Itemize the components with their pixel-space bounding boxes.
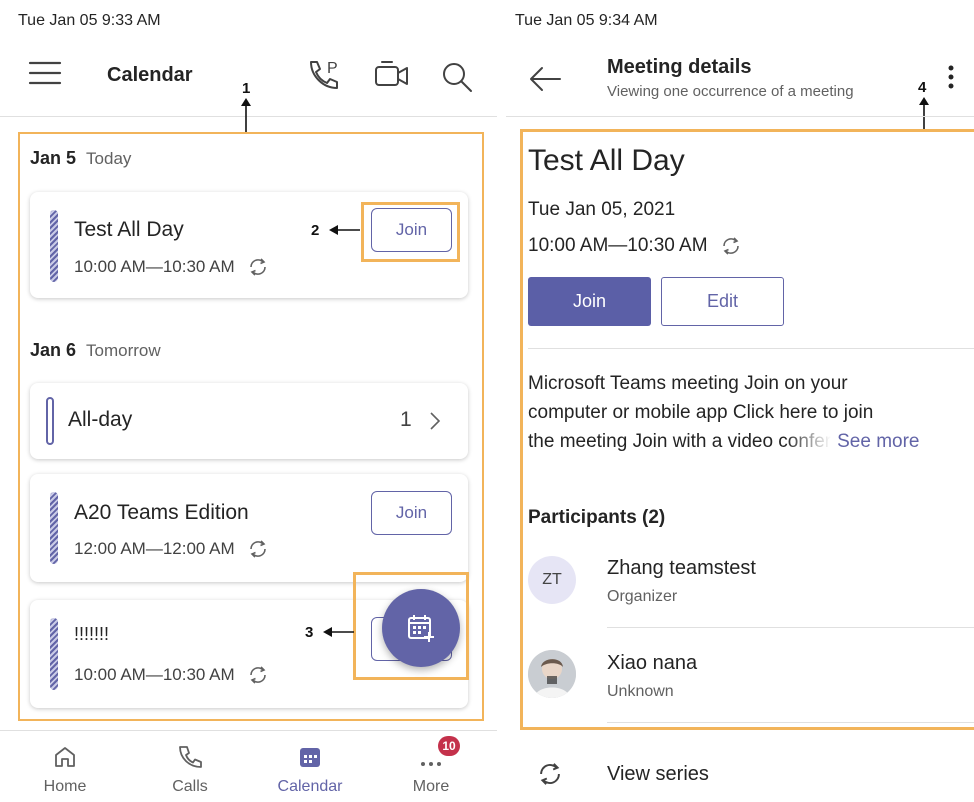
page-title: Calendar (107, 64, 193, 86)
event-title: Test All Day (74, 218, 184, 241)
event-title: !!!!!!! (74, 624, 110, 644)
event-color-stripe (50, 210, 58, 282)
meeting-time-row: 10:00 AM—10:30 AM (528, 235, 742, 257)
meeting-time: 10:00 AM—10:30 AM (528, 235, 708, 256)
event-time: 10:00 AM—10:30 AM (74, 257, 235, 276)
header-divider (506, 116, 974, 117)
more-options-icon[interactable] (944, 62, 958, 92)
recurring-icon (536, 760, 564, 788)
avatar (528, 650, 576, 698)
callout-arrow (239, 96, 253, 134)
nav-label: Calendar (277, 778, 343, 795)
recurring-icon (720, 235, 742, 257)
svg-text:P: P (327, 60, 338, 77)
meeting-description: Microsoft Teams meeting Join on your com… (528, 369, 974, 456)
participant-name: Xiao nana (607, 652, 698, 674)
join-button[interactable]: Join (371, 491, 452, 535)
see-more-link[interactable]: See more (837, 427, 919, 456)
description-line: Microsoft Teams meeting Join on your (528, 373, 848, 394)
description-last-line: the meeting Join with a video confer See… (528, 427, 974, 456)
event-time-row: 10:00 AM—10:30 AM (74, 256, 269, 278)
join-button[interactable]: Join (528, 277, 651, 326)
nav-calendar[interactable]: Calendar (250, 744, 370, 796)
event-title: A20 Teams Edition (74, 501, 249, 524)
calendar-add-icon (406, 613, 436, 643)
event-color-stripe (50, 492, 58, 564)
new-meeting-fab[interactable] (382, 589, 460, 667)
status-time: Tue Jan 05 9:34 AM (515, 12, 658, 29)
callout-arrow (320, 625, 354, 639)
participants-heading: Participants (2) (528, 507, 666, 528)
participant-divider (607, 722, 974, 723)
edit-button[interactable]: Edit (661, 277, 784, 326)
event-card[interactable]: A20 Teams Edition 12:00 AM—12:00 AM Join (30, 474, 468, 582)
page-subtitle: Viewing one occurrence of a meeting (607, 83, 854, 100)
view-series-row[interactable]: View series (528, 754, 974, 794)
event-time-row: 12:00 AM—12:00 AM (74, 538, 269, 560)
day-header: Jan 5 Today (30, 148, 131, 169)
home-icon (52, 744, 78, 770)
menu-icon[interactable] (28, 60, 62, 86)
view-series-label: View series (607, 762, 709, 785)
day-header: Jan 6 Tomorrow (30, 340, 161, 361)
day-relative-label: Today (86, 149, 132, 168)
back-arrow-icon[interactable] (528, 64, 562, 94)
status-time: Tue Jan 05 9:33 AM (18, 12, 161, 29)
recurring-icon (247, 538, 269, 560)
callout-arrow (326, 223, 360, 237)
search-icon[interactable] (440, 60, 474, 94)
nav-label: Calls (172, 778, 208, 795)
day-date: Jan 5 (30, 148, 77, 168)
meet-now-icon[interactable] (372, 58, 412, 92)
participant-role: Organizer (607, 588, 678, 605)
nav-more[interactable]: 10 More (370, 736, 492, 796)
nav-home[interactable]: Home (0, 744, 130, 796)
event-time: 10:00 AM—10:30 AM (74, 665, 235, 684)
meeting-date: Tue Jan 05, 2021 (528, 199, 676, 220)
participant-divider (607, 627, 974, 628)
call-park-icon[interactable]: P (305, 58, 345, 92)
join-button-highlight (361, 202, 460, 262)
allday-label: All-day (68, 408, 133, 431)
phone-icon (177, 744, 203, 770)
event-time-row: 10:00 AM—10:30 AM (74, 664, 269, 686)
callout-number: 3 (305, 624, 314, 641)
allday-color-stripe (46, 397, 54, 445)
callout-number: 4 (918, 79, 927, 96)
callout-number: 1 (242, 80, 251, 97)
day-date: Jan 6 (30, 340, 77, 360)
recurring-icon (247, 256, 269, 278)
event-color-stripe (50, 618, 58, 690)
recurring-icon (247, 664, 269, 686)
participant-name: Zhang teamstest (607, 557, 756, 579)
event-time: 12:00 AM—12:00 AM (74, 539, 235, 558)
participant-role: Unknown (607, 683, 674, 700)
day-relative-label: Tomorrow (86, 341, 161, 360)
participant-row[interactable]: Xiao nana Unknown (528, 650, 974, 716)
avatar: ZT (528, 556, 576, 604)
chevron-right-icon (428, 410, 442, 432)
bottom-nav: Home Calls Calendar 10 More (0, 736, 497, 796)
callout-arrow (917, 95, 931, 131)
description-line: computer or mobile app Click here to joi… (528, 402, 874, 423)
allday-card[interactable]: All-day 1 (30, 383, 468, 459)
callout-number: 2 (311, 222, 320, 239)
calendar-icon (297, 744, 323, 770)
section-divider (528, 348, 974, 349)
notification-badge: 10 (438, 736, 460, 756)
description-line: the meeting Join with a video confer (528, 431, 832, 452)
allday-count: 1 (400, 408, 412, 431)
nav-label: Home (43, 778, 87, 795)
nav-calls[interactable]: Calls (130, 744, 250, 796)
page-title: Meeting details (607, 56, 752, 78)
nav-divider (0, 730, 497, 731)
participant-row[interactable]: ZT Zhang teamstest Organizer (528, 556, 974, 622)
nav-label: More (412, 778, 450, 795)
meeting-title: Test All Day (528, 144, 685, 177)
